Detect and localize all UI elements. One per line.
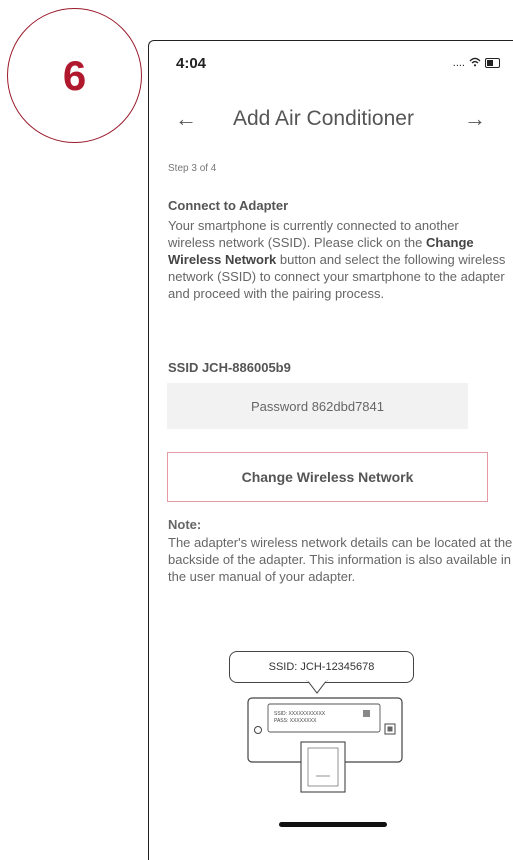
ssid-callout-text: SSID: JCH-12345678 — [268, 661, 375, 673]
ssid-label: SSID JCH-886005b9 — [168, 360, 291, 375]
note-text: The adapter's wireless network details c… — [168, 535, 513, 584]
home-indicator — [279, 822, 387, 827]
adapter-label-pass: PASS: XXXXXXXX — [274, 718, 317, 724]
battery-icon — [485, 58, 500, 68]
change-wireless-network-label: Change Wireless Network — [241, 469, 414, 485]
status-icons: .... — [453, 57, 500, 69]
page-title: Add Air Conditioner — [233, 107, 414, 130]
change-wireless-network-button[interactable]: Change Wireless Network — [167, 452, 488, 502]
ssid-callout-bubble: SSID: JCH-12345678 — [229, 651, 414, 683]
adapter-illustration: SSID: XXXXXXXXXXX PASS: XXXXXXXX — [247, 697, 403, 793]
password-text: Password 862dbd7841 — [251, 398, 384, 414]
adapter-label-ssid: SSID: XXXXXXXXXXX — [274, 711, 326, 717]
navigation-bar: ← Add Air Conditioner → — [149, 101, 513, 141]
instruction-text: Your smartphone is currently connected t… — [168, 217, 508, 302]
step-indicator: Step 3 of 4 — [168, 163, 217, 174]
back-arrow-icon[interactable]: ← — [175, 105, 197, 133]
section-title: Connect to Adapter — [168, 198, 289, 213]
step-number-badge: 6 — [7, 8, 142, 143]
forward-arrow-icon[interactable]: → — [464, 105, 486, 133]
note-title: Note: — [168, 517, 202, 532]
instruction-text-part1: Your smartphone is currently connected t… — [168, 218, 459, 250]
signal-dots-icon: .... — [452, 57, 465, 69]
password-box: Password 862dbd7841 — [167, 383, 468, 429]
wifi-icon — [469, 57, 481, 69]
phone-screen: 4:04 .... ← Add Air Conditioner → Step 3… — [148, 40, 513, 860]
step-number: 6 — [62, 51, 87, 99]
status-time: 4:04 — [176, 55, 207, 72]
callout-tail-icon — [306, 680, 328, 694]
